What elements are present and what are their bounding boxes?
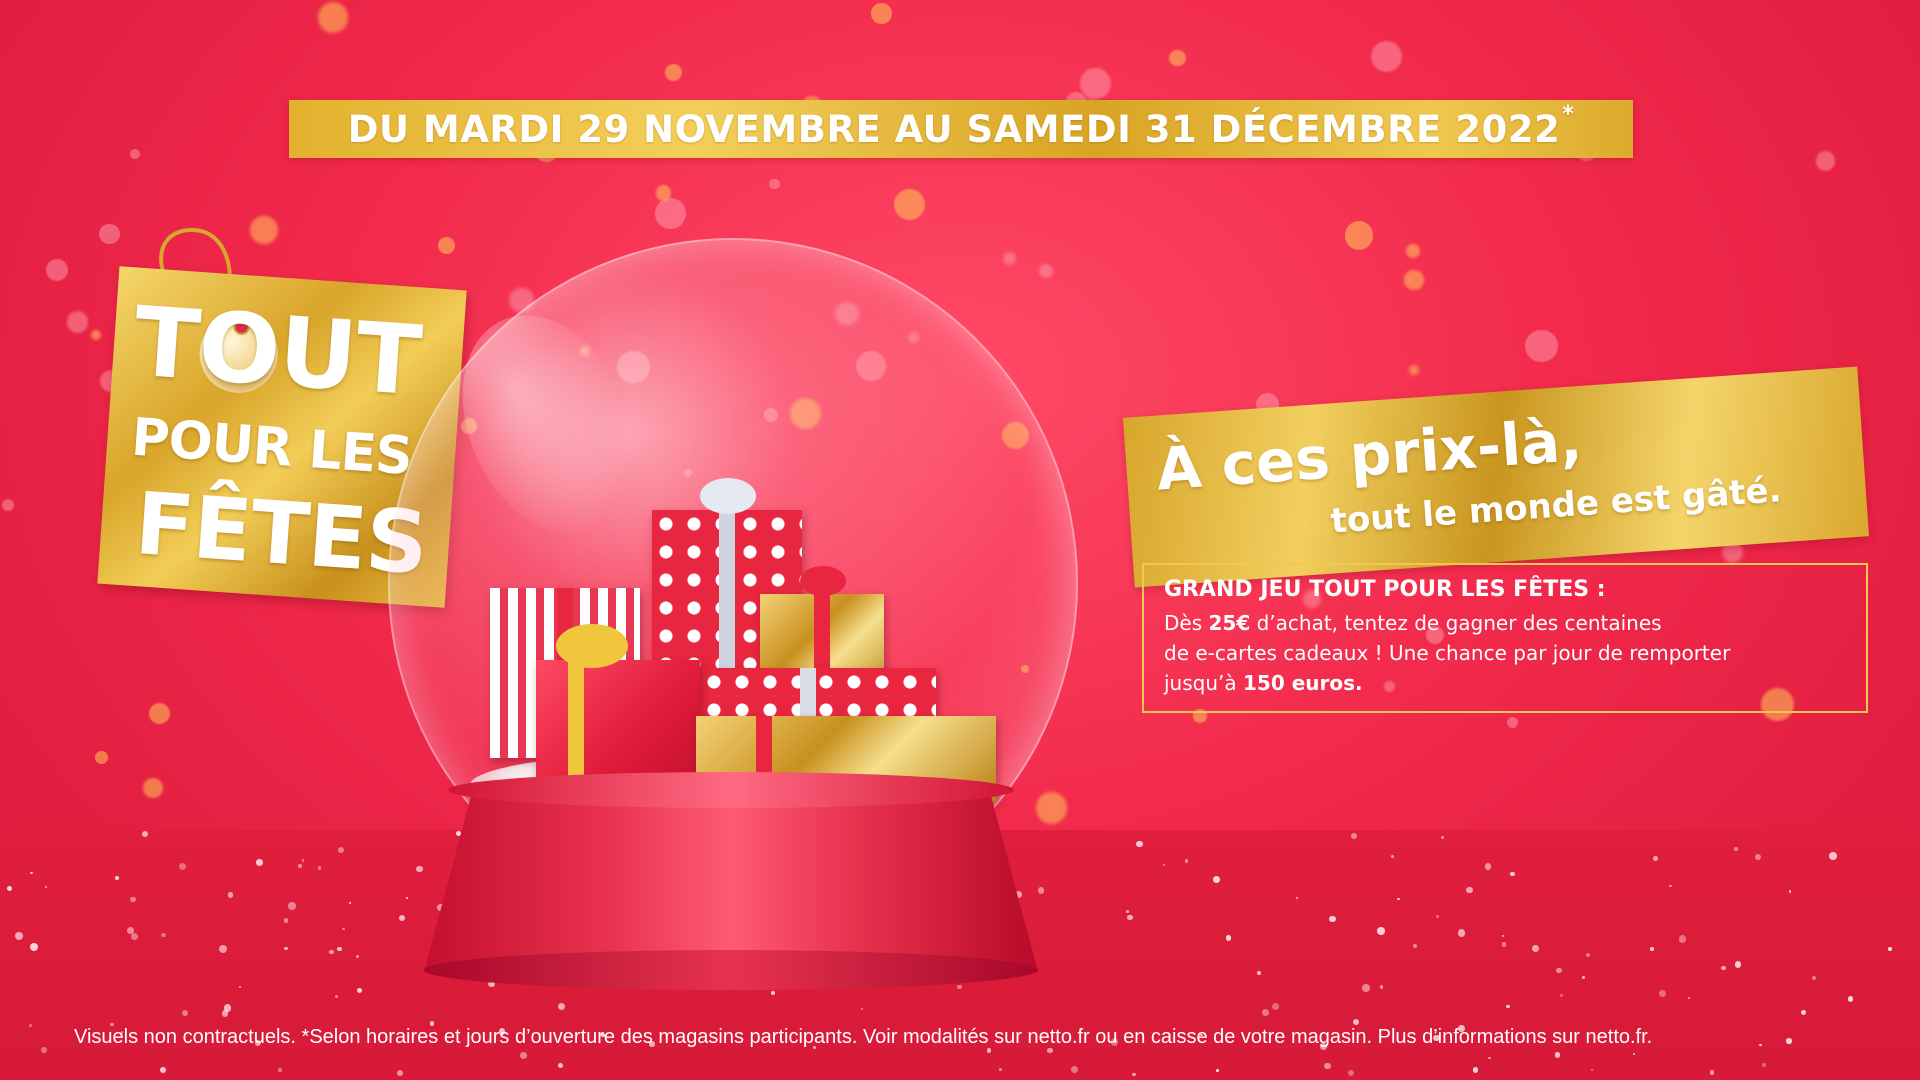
bokeh-dot (654, 198, 686, 230)
contest-line1: Dès 25€ d’achat, tentez de gagner des ce… (1164, 611, 1662, 635)
bokeh-dot (129, 149, 141, 160)
globe-base-bottom (424, 950, 1038, 990)
tag-title-line3: FÊTES (132, 474, 431, 595)
bokeh-dot (1408, 364, 1419, 375)
bokeh-dot (1039, 264, 1054, 279)
bow-icon (800, 566, 846, 596)
globe-base-rim (448, 772, 1014, 808)
bokeh-dot (655, 185, 671, 201)
tag-title-line1: TOUT (130, 285, 425, 418)
contest-line3: jusqu’à 150 euros. (1164, 671, 1363, 695)
bokeh-dot (1079, 68, 1112, 100)
bokeh-dot (1371, 41, 1403, 73)
bokeh-dot (98, 223, 120, 245)
bokeh-dot (1344, 221, 1374, 250)
bokeh-dot (143, 778, 163, 798)
bow-icon (700, 478, 756, 514)
bokeh-dot (769, 178, 781, 190)
min-purchase-amount: 25€ (1208, 611, 1251, 635)
bokeh-dot (1405, 244, 1420, 259)
bokeh-dot (871, 2, 892, 24)
bokeh-dot (1815, 151, 1836, 171)
slogan-banner: À ces prix-là, tout le monde est gâté. (1122, 366, 1870, 588)
bokeh-dot (437, 236, 455, 255)
date-range: DU MARDI 29 NOVEMBRE AU SAMEDI 31 DÉCEMB… (347, 107, 1561, 151)
bokeh-dot (95, 751, 108, 764)
date-banner: DU MARDI 29 NOVEMBRE AU SAMEDI 31 DÉCEMB… (289, 100, 1633, 158)
bokeh-dot (1169, 50, 1186, 67)
date-text: DU MARDI 29 NOVEMBRE AU SAMEDI 31 DÉCEMB… (347, 102, 1574, 151)
bokeh-dot (149, 703, 171, 725)
bokeh-dot (665, 63, 683, 81)
contest-line2: de e-cartes cadeaux ! Une chance par jou… (1164, 641, 1731, 665)
bow-icon (556, 624, 628, 668)
bokeh-dot (1507, 717, 1519, 729)
bokeh-dot (1002, 251, 1016, 266)
prize-amount: 150 euros. (1243, 671, 1363, 695)
contest-box: GRAND JEU TOUT POUR LES FÊTES : Dès 25€ … (1142, 563, 1868, 713)
bokeh-dot (1035, 791, 1068, 824)
bokeh-dot (90, 329, 101, 341)
gift-red (536, 660, 700, 784)
bokeh-dot (317, 2, 349, 34)
bokeh-dot (894, 188, 926, 220)
date-asterisk: * (1562, 101, 1575, 127)
globe-base (424, 788, 1038, 972)
legal-footer: Visuels non contractuels. *Selon horaire… (74, 1026, 1653, 1048)
contest-title: GRAND JEU TOUT POUR LES FÊTES : (1164, 577, 1606, 602)
bokeh-dot (1403, 270, 1424, 290)
bokeh-dot (45, 258, 69, 282)
bokeh-dot (1524, 329, 1558, 363)
bokeh-dot (66, 311, 89, 333)
bokeh-dot (1, 499, 14, 512)
